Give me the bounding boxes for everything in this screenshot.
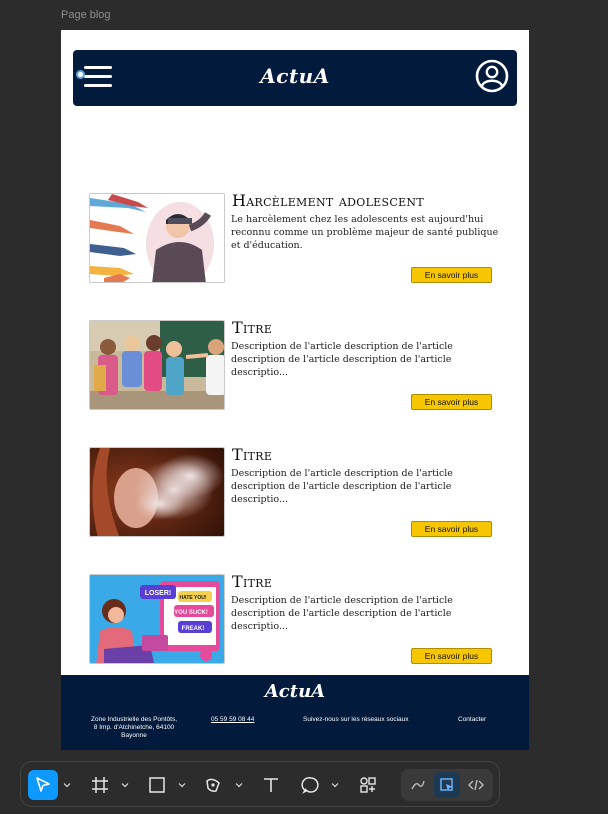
article-description: Description de l'article description de … <box>231 595 453 632</box>
site-footer: ActuA Zone Industrielle des Pontôts, 8 I… <box>61 675 529 750</box>
read-more-button[interactable]: En savoir plus <box>411 394 492 410</box>
mode-switcher <box>401 769 493 801</box>
pen-tool-icon[interactable] <box>199 770 229 800</box>
article-image-bullying[interactable] <box>89 193 225 283</box>
footer-contact-link[interactable]: Contacter <box>458 716 486 723</box>
site-header: ActuA <box>73 50 517 106</box>
read-more-button[interactable]: En savoir plus <box>411 521 492 537</box>
chevron-down-icon[interactable] <box>178 781 186 789</box>
footer-social-text: Suivez-nous sur les réseaux sociaux <box>303 716 409 723</box>
frame-label[interactable]: Page blog <box>61 9 111 21</box>
article-description: Description de l'article description de … <box>231 341 453 378</box>
footer-phone-link[interactable]: 05 59 59 08 44 <box>211 716 254 723</box>
article-description: Le harcèlement chez les adolescents est … <box>231 214 499 251</box>
article-card: Harcèlement adolescent Le harcèlement ch… <box>89 191 509 285</box>
rectangle-tool-icon[interactable] <box>142 770 172 800</box>
footer-address: Zone Industrielle des Pontôts, 8 Imp. d'… <box>91 716 177 739</box>
article-image-children[interactable] <box>89 320 225 410</box>
chevron-down-icon[interactable] <box>331 781 339 789</box>
design-mode-icon[interactable] <box>434 772 460 798</box>
text-tool-icon[interactable] <box>256 770 286 800</box>
chevron-down-icon[interactable] <box>235 781 243 789</box>
bubble-label: FREAK! <box>182 626 205 632</box>
chevron-down-icon[interactable] <box>63 781 71 789</box>
article-description: Description de l'article description de … <box>231 468 453 505</box>
user-account-icon[interactable] <box>475 59 509 93</box>
draw-mode-icon[interactable] <box>405 772 431 798</box>
read-more-button[interactable]: En savoir plus <box>411 648 492 664</box>
comment-tool-icon[interactable] <box>296 770 326 800</box>
actions-tool-icon[interactable] <box>353 770 383 800</box>
article-image-vaping[interactable] <box>89 447 225 537</box>
article-card: Titre Description de l'article descripti… <box>89 445 509 539</box>
prototype-connection-handle[interactable] <box>76 70 85 79</box>
article-title[interactable]: Titre <box>232 445 272 464</box>
bubble-label: YOU SUCK! <box>174 610 208 616</box>
blog-page-frame: ActuA Harcèlement adolescent Le harcèlem… <box>61 30 529 750</box>
bubble-label: HATE YOU! <box>179 595 206 601</box>
article-card: Titre Description de l'article descripti… <box>89 318 509 412</box>
bottom-toolbar <box>20 761 500 807</box>
article-card: LOSER! HATE YOU! YOU SUCK! FREAK! Titre … <box>89 572 509 666</box>
chevron-down-icon[interactable] <box>121 781 129 789</box>
article-image-cyberbullying[interactable]: LOSER! HATE YOU! YOU SUCK! FREAK! <box>89 574 225 664</box>
article-title[interactable]: Harcèlement adolescent <box>232 191 424 210</box>
frame-tool-icon[interactable] <box>85 770 115 800</box>
article-title[interactable]: Titre <box>232 572 272 591</box>
read-more-button[interactable]: En savoir plus <box>411 267 492 283</box>
dev-mode-icon[interactable] <box>463 772 489 798</box>
site-logo[interactable]: ActuA <box>73 64 517 88</box>
article-title[interactable]: Titre <box>232 318 272 337</box>
move-tool-icon[interactable] <box>28 770 58 800</box>
footer-logo[interactable]: ActuA <box>61 681 529 702</box>
bubble-label: LOSER! <box>145 590 171 597</box>
